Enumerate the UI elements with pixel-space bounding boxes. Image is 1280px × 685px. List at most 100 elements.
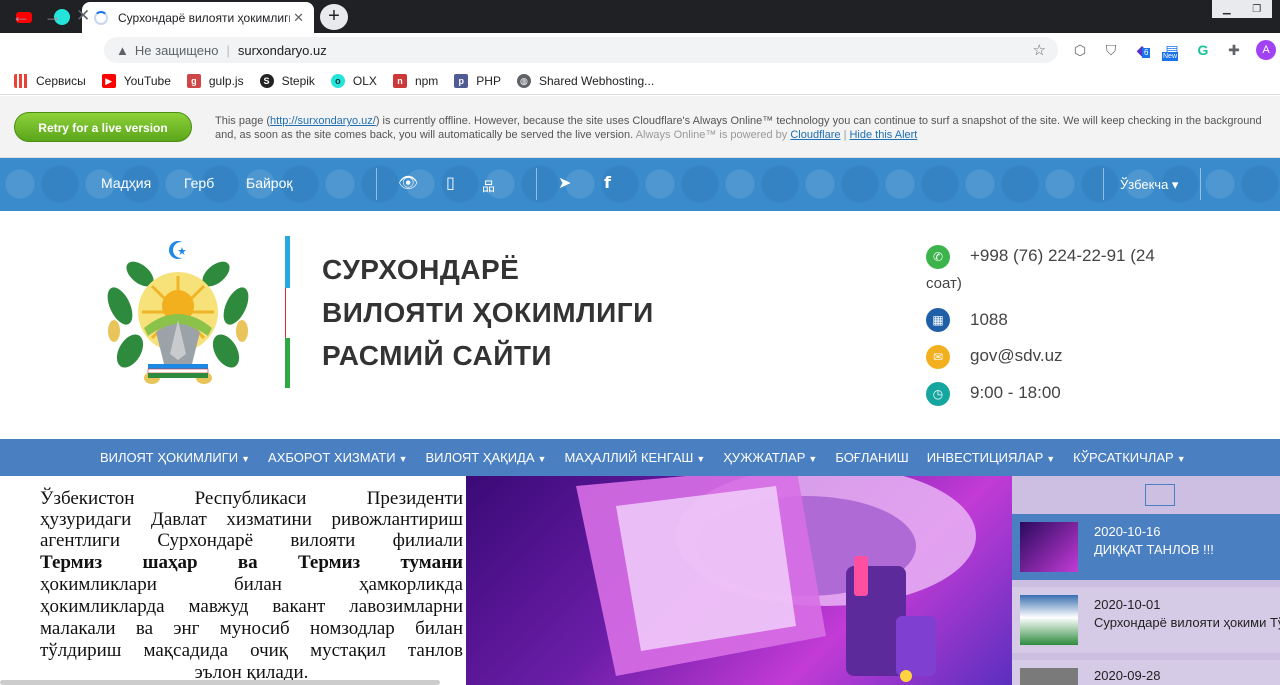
close-tab-icon[interactable]: ✕ [293,10,304,26]
new-tab-button[interactable]: + [320,4,348,30]
news-date: 2020-10-16 [1094,524,1161,539]
bookmark-stepik[interactable]: S Stepik [259,73,315,88]
bookmarks-bar: Сервисы ▶ YouTube g gulp.js S Stepik o O… [0,67,1280,95]
flag-link[interactable]: Байроқ [246,175,293,191]
sidebar-scroll-up-button[interactable] [1145,484,1175,506]
cube-extension-icon[interactable]: ⬡ [1070,40,1090,60]
eye-accessibility-icon[interactable]: 👁 [398,173,418,193]
bookmark-label: Stepik [281,73,315,88]
new-badge: New [1162,52,1179,61]
email-address[interactable]: gov@sdv.uz [970,346,1063,366]
extension-badge-count: 6 [1142,48,1151,58]
gulp-icon: g [186,73,201,88]
globe-icon: ◍ [516,73,531,88]
bookmark-services[interactable]: Сервисы [14,73,86,88]
minimize-icon[interactable]: ▁ [1223,4,1231,15]
nav-about-region[interactable]: ВИЛОЯТ ҲАҚИДА ▼ [425,450,546,465]
nav-label: МАҲАЛЛИЙ КЕНГАШ [564,450,694,465]
forward-icon[interactable]: → [44,6,62,27]
cloudflare-alert-bar: Retry for a live version This page (http… [0,96,1280,158]
security-label: Не защищено [134,42,219,58]
megaphone-banner-image[interactable] [466,476,1012,685]
announcement-slide[interactable]: Ўзбекистон Республикаси Президенти ҳузур… [0,476,466,685]
cloudflare-message: This page (http://surxondaryo.uz/) is cu… [215,114,1265,142]
cached-page-link[interactable]: http://surxondaryo.uz/ [270,115,376,127]
news-thumbnail [1020,595,1078,645]
chevron-down-icon: ▼ [398,454,408,464]
news-item[interactable]: 2020-10-01 Сурхондарё вилояти ҳокими Тўр… [1012,587,1280,653]
chevron-down-icon: ▼ [241,454,251,464]
cf-divider: | [843,129,847,141]
nav-indicators[interactable]: КЎРСАТКИЧЛАР ▼ [1073,450,1185,465]
news-date: 2020-09-28 [1094,668,1161,683]
bookmark-label: npm [414,73,439,88]
language-select[interactable]: Ўзбекча ▾ [1120,177,1178,193]
sitemap-icon[interactable]: 品 [482,176,495,195]
profile-avatar[interactable]: A [1256,40,1276,60]
stop-loading-icon[interactable]: ✕ [76,6,90,26]
emblem-link[interactable]: Герб [184,175,214,191]
window-controls[interactable]: ▁ ❐ [1212,0,1272,18]
bookmark-gulp[interactable]: g gulp.js [186,73,244,88]
mobile-icon[interactable]: ▯ [446,173,455,193]
bookmark-label: PHP [476,73,501,88]
grammarly-icon[interactable]: G [1193,40,1213,60]
cf-powered-text: Always Online™ is powered by [635,129,788,141]
news-date: 2020-10-01 [1094,597,1161,612]
restore-icon[interactable]: ❐ [1252,4,1261,15]
retry-live-button[interactable]: Retry for a live version [14,112,192,142]
bookmark-php[interactable]: p PHP [454,73,501,88]
bookmark-webhosting[interactable]: ◍ Shared Webhosting... [516,73,655,88]
strip-divider [1200,168,1201,200]
youtube-icon: ▶ [101,73,116,88]
nav-label: ИНВЕСТИЦИЯЛАР [926,450,1044,465]
npm-icon: n [392,73,407,88]
announcement-line: агентлиги Сурхондарё вилояти филиали [40,530,463,551]
chevron-down-icon: ▼ [1176,454,1186,464]
bookmark-label: YouTube [123,73,171,88]
slide-scrollbar[interactable] [0,680,440,685]
chevron-down-icon: ▼ [808,454,818,464]
nav-contact[interactable]: БОҒЛАНИШ [835,450,908,465]
phone-number[interactable]: +998 (76) 224-22-91 (24 [970,246,1155,266]
hotline-number[interactable]: 1088 [970,310,1008,330]
telegram-icon[interactable]: ➤ [558,173,571,193]
bookmark-npm[interactable]: n npm [392,73,439,88]
hide-alert-link[interactable]: Hide this Alert [849,129,917,141]
tab-active[interactable]: Сурхондарё вилояти ҳокимлиги ✕ [82,2,314,33]
back-icon[interactable]: ← [12,6,30,27]
loading-spinner-icon [94,10,108,25]
cf-text: This page ( [215,115,271,127]
extension-badge-icon[interactable]: ◆6 [1132,40,1152,60]
anthem-link[interactable]: Мадҳия [101,175,151,191]
bookmark-label: Shared Webhosting... [538,73,655,88]
nav-documents[interactable]: ҲУЖЖАТЛАР ▼ [723,450,817,465]
nav-regional-administration[interactable]: ВИЛОЯТ ҲОКИМЛИГИ ▼ [100,450,250,465]
bookmark-youtube[interactable]: ▶ YouTube [101,73,171,88]
news-item[interactable]: 2020-09-28 [1012,660,1280,685]
puzzle-extensions-icon[interactable]: ✚ [1224,40,1244,60]
nav-label: АХБОРОТ ХИЗМАТИ [268,450,396,465]
shield-extension-icon[interactable]: ⛉ [1101,40,1121,60]
url-text[interactable]: surxondaryo.uz [238,43,327,58]
bookmark-label: gulp.js [208,73,244,88]
nav-press-service[interactable]: АХБОРОТ ХИЗМАТИ ▼ [268,450,407,465]
cloudflare-link[interactable]: Cloudflare [790,129,840,141]
nav-local-council[interactable]: МАҲАЛЛИЙ КЕНГАШ ▼ [564,450,705,465]
main-navigation: ВИЛОЯТ ҲОКИМЛИГИ ▼ АХБОРОТ ХИЗМАТИ ▼ ВИЛОЯ… [0,439,1280,476]
news-item[interactable]: 2020-10-16 ДИҚҚАТ ТАНЛОВ !!! [1012,514,1280,580]
bookmark-olx[interactable]: o OLX [330,73,377,88]
strip-divider [536,168,537,200]
address-bar[interactable]: ▲ Не защищено | surxondaryo.uz ☆ [104,37,1058,63]
working-hours: 9:00 - 18:00 [970,383,1061,402]
announcement-line: ҳузуридаги Давлат хизматини ривожлантири… [40,509,463,530]
strip-divider [1103,168,1104,200]
nav-investments[interactable]: ИНВЕСТИЦИЯЛАР ▼ [927,450,1055,465]
bookmark-star-icon[interactable]: ☆ [1033,41,1046,59]
announcement-line: Ўзбекистон Республикаси Президенти [40,488,463,509]
announcement-line: Термиз шаҳар ва Термиз тумани [40,552,463,573]
news-sidebar [1012,476,1280,685]
facebook-icon[interactable]: f [604,173,611,192]
new-extension-icon[interactable]: ▤ New [1162,40,1182,61]
stepik-icon: S [259,73,274,88]
